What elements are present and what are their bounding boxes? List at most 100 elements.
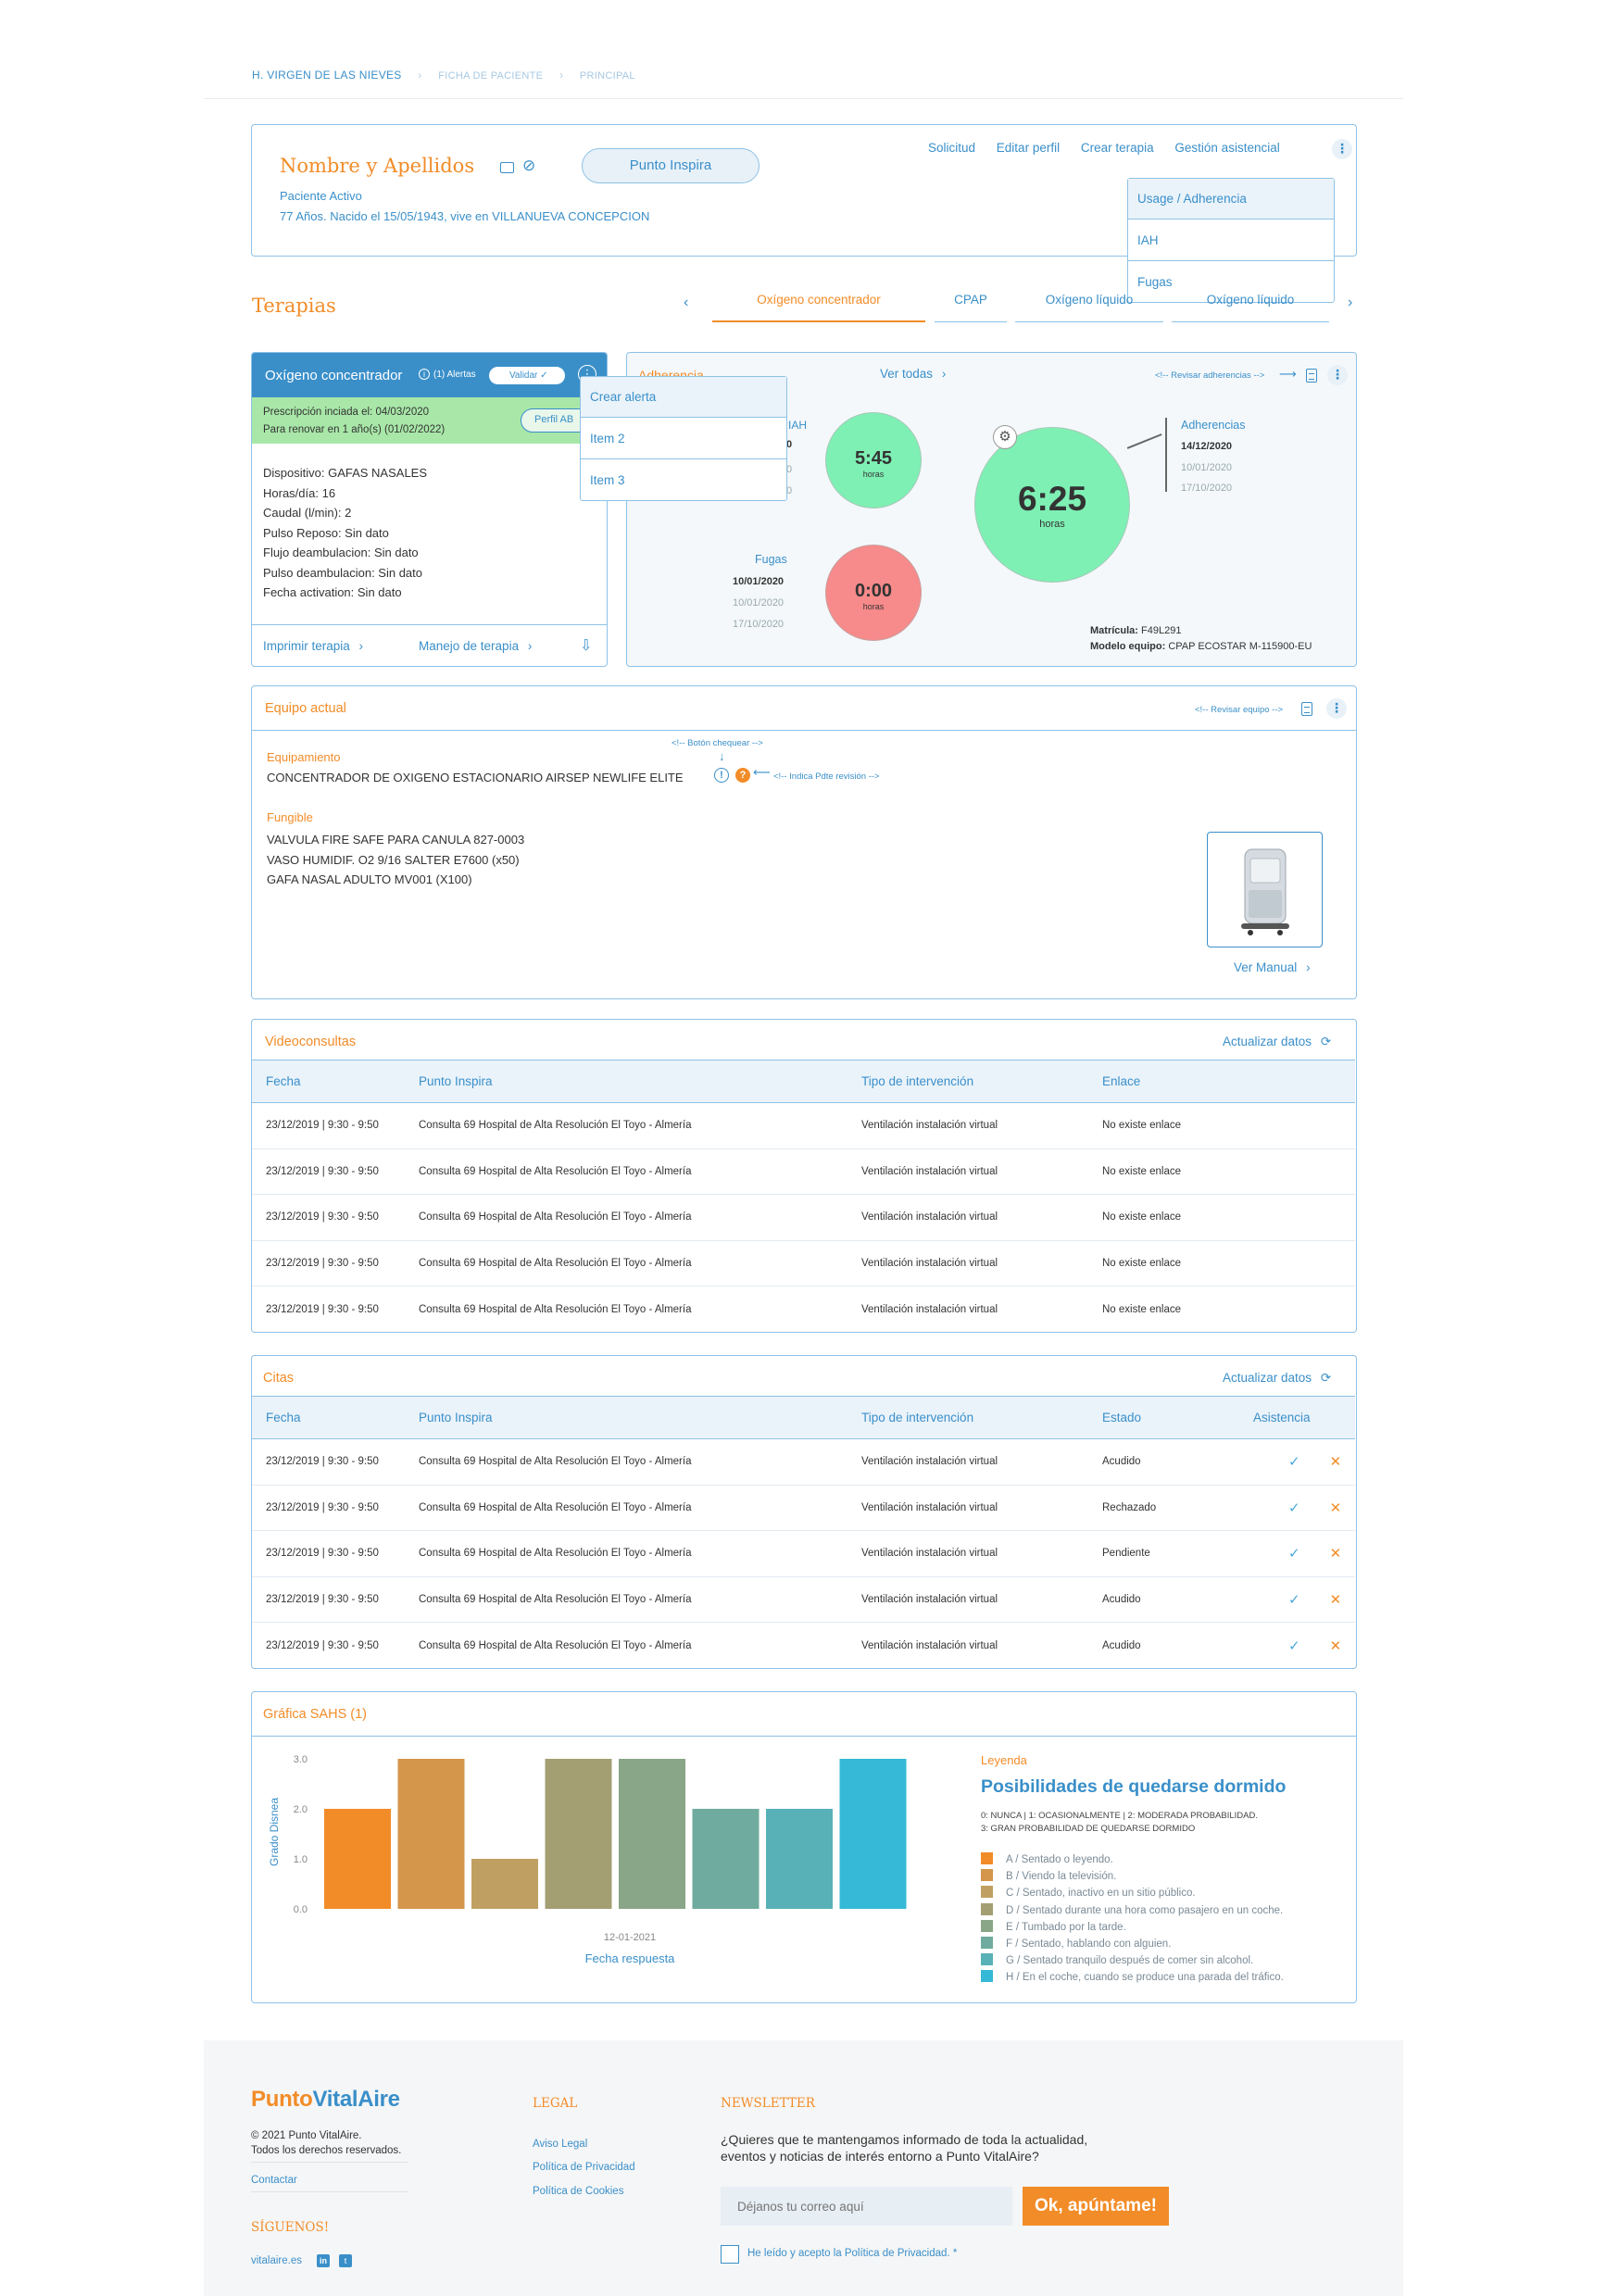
table-row[interactable]: 23/12/2019 | 9:30 - 9:50 Consulta 69 Hosp… [252, 1148, 1355, 1195]
col-attendance[interactable]: Asistencia [1253, 1396, 1355, 1439]
punto-inspira-button[interactable]: Punto Inspira [582, 148, 760, 183]
check-icon[interactable]: ✓ [1288, 1454, 1300, 1470]
edit-profile-link[interactable]: Editar perfil [997, 141, 1060, 155]
tabs-next-icon[interactable]: › [1348, 295, 1352, 311]
tab-cpap[interactable]: CPAP [935, 293, 1007, 322]
breadcrumb-patient[interactable]: FICHA DE PACIENTE [438, 70, 543, 82]
col-link[interactable]: Enlace [1102, 1060, 1355, 1103]
arrow-right-icon: ⟶ [1279, 367, 1297, 381]
tab-liquid-oxygen-2[interactable]: Oxígeno líquido [1172, 293, 1329, 322]
close-icon[interactable]: ✕ [1330, 1546, 1342, 1562]
refresh-data-link[interactable]: Actualizar datos ⟳ [1223, 1371, 1331, 1386]
col-date[interactable]: Fecha [252, 1060, 419, 1103]
cell-status: Acudido [1102, 1576, 1253, 1623]
col-point[interactable]: Punto Inspira [419, 1060, 861, 1103]
table-row[interactable]: 23/12/2019 | 9:30 - 9:50 Consulta 69 Hosp… [252, 1240, 1355, 1286]
cell-point: Consulta 69 Hospital de Alta Resolución … [419, 1438, 861, 1486]
privacy-policy-link[interactable]: Política de Privacidad [533, 2162, 635, 2173]
review-adherence-note: <!-- Revisar adherencias --> [1155, 370, 1265, 381]
main-usage-unit: horas [1039, 519, 1065, 530]
subscribe-button[interactable]: Ok, apúntame! [1023, 2187, 1169, 2226]
table-row[interactable]: 23/12/2019 | 9:30 - 9:50 Consulta 69 Hosp… [252, 1286, 1355, 1333]
check-icon[interactable]: ✓ [1288, 1592, 1300, 1608]
refresh-data-link[interactable]: Actualizar datos ⟳ [1223, 1035, 1331, 1049]
request-link[interactable]: Solicitud [928, 141, 975, 155]
site-link[interactable]: vitalaire.es [251, 2255, 302, 2266]
cell-date: 23/12/2019 | 9:30 - 9:50 [266, 1639, 379, 1651]
legend-label: D / Sentado durante una hora como pasaje… [1006, 1904, 1284, 1916]
privacy-checkbox[interactable] [721, 2245, 739, 2264]
check-icon[interactable]: ✓ [1288, 1500, 1300, 1516]
check-equipment-icon[interactable]: ! [714, 768, 729, 783]
therapy-card: Oxígeno concentrador i (1) Alertas Valid… [251, 352, 608, 667]
check-icon[interactable]: ✓ [1288, 1546, 1300, 1562]
linkedin-icon[interactable]: in [317, 2254, 330, 2267]
see-all-link[interactable]: Ver todas › [880, 367, 946, 381]
dropdown-item-iah[interactable]: IAH [1128, 220, 1334, 261]
document-icon[interactable] [1301, 702, 1312, 716]
close-icon[interactable]: ✕ [1330, 1500, 1342, 1516]
tab-oxygen-concentrator[interactable]: Oxígeno concentrador [712, 293, 925, 322]
more-options-icon[interactable]: ⋮ [1327, 365, 1348, 385]
table-row[interactable]: 23/12/2019 | 9:30 - 9:50 Consulta 69 Hosp… [252, 1623, 1355, 1669]
alerts-count[interactable]: (1) Alertas [433, 370, 476, 380]
print-therapy-link[interactable]: Imprimir terapia › [263, 639, 363, 653]
equipment-thumbnail[interactable] [1207, 832, 1323, 947]
cell-point: Consulta 69 Hospital de Alta Resolución … [419, 1639, 692, 1651]
legend-item: G / Sentado tranquilo después de comer s… [981, 1953, 1253, 1970]
handle-therapy-link[interactable]: Manejo de terapia › [419, 639, 532, 653]
check-button-note: <!-- Botón chequear --> [672, 738, 763, 748]
document-icon[interactable] [1306, 369, 1317, 383]
col-status[interactable]: Estado [1102, 1396, 1253, 1439]
equipment-card: Equipo actual <!-- Revisar equipo --> ⋮ … [251, 685, 1357, 999]
attachment-icon[interactable]: ⊘ [522, 157, 535, 175]
legend-item: E / Tumbado por la tarde. [981, 1919, 1126, 1937]
more-options-icon[interactable]: ⋮ [1326, 698, 1347, 719]
create-therapy-link[interactable]: Crear terapia [1081, 141, 1154, 155]
col-type[interactable]: Tipo de intervención [861, 1060, 1102, 1103]
close-icon[interactable]: ✕ [1330, 1638, 1342, 1654]
breadcrumb-hospital[interactable]: H. VIRGEN DE LAS NIEVES [252, 69, 402, 82]
close-icon[interactable]: ✕ [1330, 1592, 1342, 1608]
therapy-menu: Crear alerta Item 2 Item 3 [580, 376, 787, 501]
table-row[interactable]: 23/12/2019 | 9:30 - 9:50 Consulta 69 Hosp… [252, 1576, 1355, 1623]
cell-type: Ventilación instalación virtual [861, 1148, 1102, 1195]
email-input[interactable] [721, 2187, 1012, 2226]
validate-toggle[interactable]: Validar ✓ [489, 367, 565, 384]
menu-item-3[interactable]: Item 3 [581, 459, 786, 500]
table-row[interactable]: 23/12/2019 | 9:30 - 9:50 Consulta 69 Hosp… [252, 1194, 1355, 1241]
chat-icon[interactable] [500, 162, 514, 173]
view-manual-link[interactable]: Ver Manual › [1234, 960, 1311, 974]
table-row[interactable]: 23/12/2019 | 9:30 - 9:50 Consulta 69 Hosp… [252, 1530, 1355, 1577]
twitter-icon[interactable]: t [339, 2254, 352, 2267]
close-icon[interactable]: ✕ [1330, 1454, 1342, 1470]
download-icon[interactable]: ⇩ [580, 636, 592, 655]
main-usage-circle: 6:25 horas [974, 427, 1130, 583]
cell-status: Acudido [1102, 1639, 1141, 1651]
cookies-policy-link[interactable]: Política de Cookies [533, 2186, 623, 2197]
bar-H [839, 1759, 907, 1909]
col-date[interactable]: Fecha [252, 1396, 419, 1439]
table-row[interactable]: 23/12/2019 | 9:30 - 9:50 Consulta 69 Hosp… [252, 1102, 1355, 1149]
footer: PuntoVitalAire © 2021 Punto VitalAire. T… [204, 2040, 1403, 2296]
legal-notice-link[interactable]: Aviso Legal [533, 2139, 587, 2150]
tabs-prev-icon[interactable]: ‹ [684, 295, 688, 311]
brand-logo[interactable]: PuntoVitalAire [251, 2087, 400, 2113]
legend-swatch [981, 1953, 993, 1966]
care-management-link[interactable]: Gestión asistencial [1174, 141, 1279, 155]
tab-liquid-oxygen[interactable]: Oxígeno líquido [1015, 293, 1163, 322]
check-icon[interactable]: ✓ [1288, 1638, 1300, 1654]
cell-link: No existe enlace [1102, 1148, 1355, 1195]
dropdown-item-usage[interactable]: Usage / Adherencia [1128, 179, 1334, 220]
col-point[interactable]: Punto Inspira [419, 1396, 861, 1439]
menu-item-create-alert[interactable]: Crear alerta [581, 377, 786, 418]
contact-link[interactable]: Contactar [251, 2175, 297, 2186]
tab-label: CPAP [954, 293, 987, 307]
table-row[interactable]: 23/12/2019 | 9:30 - 9:50 Consulta 69 Hosp… [252, 1485, 1355, 1531]
col-type[interactable]: Tipo de intervención [861, 1396, 1102, 1439]
gear-icon[interactable]: ⚙ [993, 425, 1017, 449]
table-row[interactable]: 23/12/2019 | 9:30 - 9:50 Consulta 69 Hosp… [252, 1438, 1355, 1486]
menu-item-2[interactable]: Item 2 [581, 418, 786, 459]
y-tick-label: 3.0 [294, 1754, 308, 1765]
more-options-icon[interactable]: ⋮ [1332, 139, 1352, 159]
